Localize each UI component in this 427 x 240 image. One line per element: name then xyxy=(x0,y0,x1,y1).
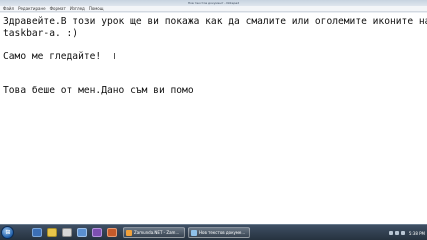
network-icon[interactable] xyxy=(388,231,393,235)
windows-logo-icon: ⊞ xyxy=(5,229,11,236)
menu-bar: Файл Редактиране Формат Изглед Помощ xyxy=(0,6,427,12)
taskbar-task-browser[interactable]: Zamunda.NET - Zam... xyxy=(123,227,185,238)
text-line: Здравейте.В този урок ще ви покажа как д… xyxy=(3,16,427,27)
menu-edit[interactable]: Редактиране xyxy=(18,6,46,12)
text-line xyxy=(3,39,423,51)
text-line: Това беше от мен.Дано съм ви помо xyxy=(3,85,194,96)
taskbar-task-notepad[interactable]: Нов текстов докуме... xyxy=(188,227,250,238)
document-text[interactable]: Здравейте.В този урок ще ви покажа как д… xyxy=(3,16,427,97)
app-icon[interactable] xyxy=(92,228,102,237)
menu-format[interactable]: Формат xyxy=(50,6,66,12)
browser-icon xyxy=(126,229,132,236)
system-tray: 5:38 PM xyxy=(387,228,425,238)
notepad-window: Нов текстов документ - Notepad Файл Реда… xyxy=(0,0,427,224)
text-line xyxy=(3,62,423,74)
text-line: taskbar-a. :) xyxy=(3,27,79,39)
clock[interactable]: 5:38 PM xyxy=(409,231,425,236)
notepad-icon xyxy=(191,229,197,236)
ie-icon[interactable] xyxy=(32,228,42,237)
text-line: Само ме гледайте! xyxy=(3,50,102,62)
taskbar: ⊞ Zamunda.NET - Zam... Нов текстов докум… xyxy=(0,224,427,240)
media-player-icon[interactable] xyxy=(62,228,72,237)
menu-help[interactable]: Помощ xyxy=(89,6,104,12)
text-editor[interactable]: Здравейте.В този урок ще ви покажа как д… xyxy=(0,13,427,224)
menu-file[interactable]: Файл xyxy=(3,6,14,12)
text-line xyxy=(3,74,423,86)
app-icon[interactable] xyxy=(77,228,87,237)
flag-icon[interactable] xyxy=(400,231,405,235)
volume-icon[interactable] xyxy=(394,231,399,235)
folder-icon[interactable] xyxy=(47,228,57,237)
app-icon[interactable] xyxy=(107,228,117,237)
start-button[interactable]: ⊞ xyxy=(1,226,14,239)
mouse-cursor-icon xyxy=(114,53,115,59)
menu-view[interactable]: Изглед xyxy=(70,6,85,12)
